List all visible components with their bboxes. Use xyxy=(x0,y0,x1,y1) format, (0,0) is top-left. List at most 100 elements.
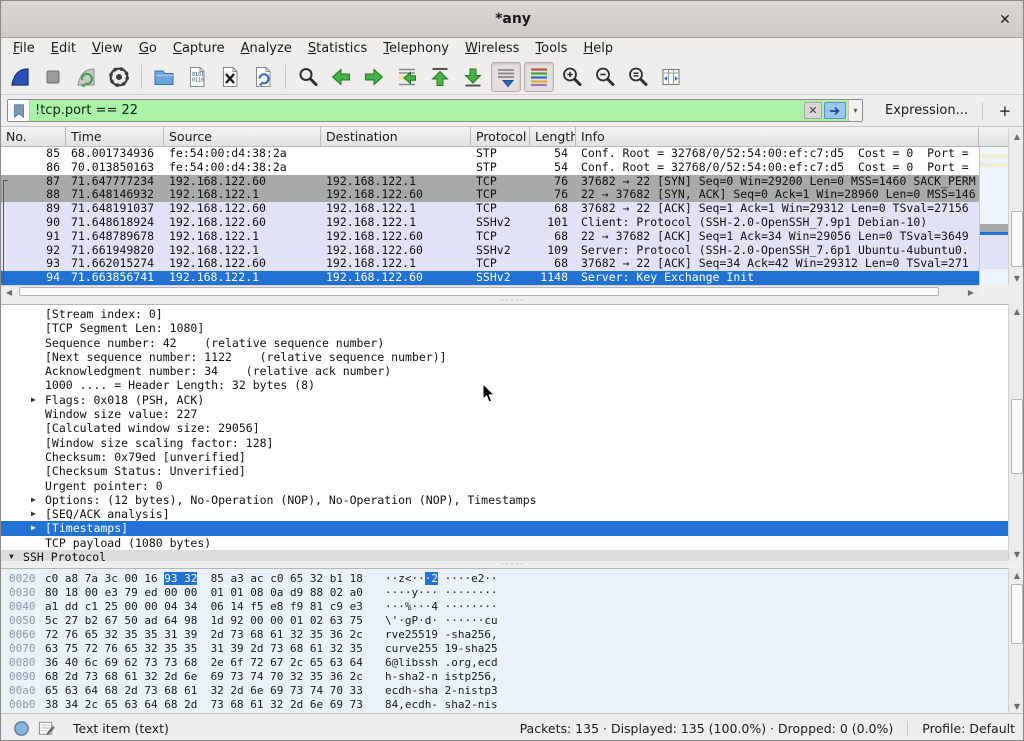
scroll-up-icon[interactable]: ▲ xyxy=(1009,568,1024,582)
packet-row-86[interactable]: 8670.013850163fe:54:00:d4:38:2aSTP54Conf… xyxy=(1,161,979,175)
hex-row-0050[interactable]: 00505c 27 b2 67 50 ad 64 98 1d 92 00 00 … xyxy=(1,614,1009,628)
detail-line[interactable]: ▶Options: (12 bytes), No-Operation (NOP)… xyxy=(1,493,1009,507)
menu-tools[interactable]: Tools xyxy=(527,40,575,57)
scroll-up-icon[interactable]: ▲ xyxy=(1009,304,1024,318)
menu-statistics[interactable]: Statistics xyxy=(300,40,375,57)
menu-help[interactable]: Help xyxy=(575,40,621,57)
scroll-down-icon[interactable]: ▼ xyxy=(1009,547,1024,561)
menu-file[interactable]: File xyxy=(5,40,43,57)
packet-row-91[interactable]: 9171.648789678192.168.122.1192.168.122.6… xyxy=(1,230,979,244)
profile-label[interactable]: Profile: Default xyxy=(908,721,1024,736)
zoom-out-icon[interactable] xyxy=(590,62,620,92)
scrollbar-thumb[interactable] xyxy=(1011,399,1023,474)
filter-clear-icon[interactable]: ✕ xyxy=(804,102,822,119)
packet-row-94[interactable]: 9471.663856741192.168.122.1192.168.122.6… xyxy=(1,271,979,285)
close-file-icon[interactable] xyxy=(215,62,245,92)
expand-icon[interactable]: ▶ xyxy=(31,507,36,521)
packet-list-hscrollbar[interactable]: ◀ ▶ xyxy=(1,285,979,297)
pane-splitter[interactable]: ····· xyxy=(1,297,1024,304)
add-filter-button[interactable]: + xyxy=(995,102,1015,120)
expand-icon[interactable]: ▶ xyxy=(31,493,36,507)
scroll-down-icon[interactable]: ▼ xyxy=(1009,271,1024,285)
menu-go[interactable]: Go xyxy=(131,40,165,57)
detail-line[interactable]: Sequence number: 42 (relative sequence n… xyxy=(1,336,1009,350)
open-file-icon[interactable] xyxy=(149,62,179,92)
column-time[interactable]: Time xyxy=(66,127,164,146)
detail-line[interactable]: ▶[Timestamps] xyxy=(1,521,1009,535)
detail-line[interactable]: [Calculated window size: 29056] xyxy=(1,421,1009,435)
hex-row-0080[interactable]: 008036 40 6c 69 62 73 73 68 2e 6f 72 67 … xyxy=(1,656,1009,670)
column-no[interactable]: No. xyxy=(1,127,66,146)
collapse-icon[interactable]: ▼ xyxy=(9,550,14,561)
packet-row-93[interactable]: 9371.662015274192.168.122.60192.168.122.… xyxy=(1,257,979,271)
column-destination[interactable]: Destination xyxy=(321,127,471,146)
menu-edit[interactable]: Edit xyxy=(43,40,84,57)
column-info[interactable]: Info xyxy=(576,127,979,146)
menu-capture[interactable]: Capture xyxy=(165,40,233,57)
expand-icon[interactable]: ▶ xyxy=(31,393,36,407)
bookmark-icon[interactable] xyxy=(8,100,30,121)
packet-list-minimap[interactable] xyxy=(979,147,1008,285)
packet-row-92[interactable]: 9271.661949820192.168.122.1192.168.122.6… xyxy=(1,244,979,258)
packet-row-88[interactable]: 8871.648146932192.168.122.1192.168.122.6… xyxy=(1,188,979,202)
scroll-down-icon[interactable]: ▼ xyxy=(1009,699,1024,713)
bytes-scrollbar[interactable]: ▲ ▼ xyxy=(1008,568,1024,713)
capture-options-icon[interactable] xyxy=(104,62,134,92)
hex-row-0060[interactable]: 006072 76 65 32 35 35 31 39 2d 73 68 61 … xyxy=(1,628,1009,642)
go-back-icon[interactable] xyxy=(326,62,356,92)
hex-row-00a0[interactable]: 00a065 63 64 68 2d 73 68 61 32 2d 6e 69 … xyxy=(1,684,1009,698)
menu-telephony[interactable]: Telephony xyxy=(375,40,457,57)
go-to-packet-icon[interactable] xyxy=(392,62,422,92)
scrollbar-thumb[interactable] xyxy=(19,287,939,296)
reload-file-icon[interactable] xyxy=(248,62,278,92)
hex-row-0030[interactable]: 003080 18 00 e3 79 ed 00 00 01 01 08 0a … xyxy=(1,586,1009,600)
hex-row-0090[interactable]: 009068 2d 73 68 61 32 2d 6e 69 73 74 70 … xyxy=(1,670,1009,684)
go-last-packet-icon[interactable] xyxy=(458,62,488,92)
hex-row-0070[interactable]: 007063 75 72 76 65 32 35 35 31 39 2d 73 … xyxy=(1,642,1009,656)
resize-columns-icon[interactable] xyxy=(656,62,686,92)
details-scrollbar[interactable]: ▲ ▼ xyxy=(1008,304,1024,561)
packet-row-90[interactable]: 9071.648618924192.168.122.60192.168.122.… xyxy=(1,216,979,230)
packet-row-89[interactable]: 8971.648191037192.168.122.60192.168.122.… xyxy=(1,202,979,216)
pane-splitter[interactable]: ····· xyxy=(1,561,1024,568)
capture-comment-icon[interactable] xyxy=(38,720,55,737)
menu-view[interactable]: View xyxy=(84,40,131,57)
detail-line[interactable]: [Window size scaling factor: 128] xyxy=(1,436,1009,450)
close-icon[interactable]: ✕ xyxy=(995,10,1015,30)
stop-capture-icon[interactable] xyxy=(38,62,68,92)
auto-scroll-icon[interactable] xyxy=(491,62,521,92)
hex-row-00b0[interactable]: 00b038 34 2c 65 63 64 68 2d 73 68 61 32 … xyxy=(1,698,1009,712)
menu-analyze[interactable]: Analyze xyxy=(233,40,300,57)
column-source[interactable]: Source xyxy=(164,127,321,146)
packet-row-87[interactable]: 8771.647777234192.168.122.60192.168.122.… xyxy=(1,175,979,189)
zoom-reset-icon[interactable] xyxy=(623,62,653,92)
start-capture-icon[interactable] xyxy=(5,62,35,92)
detail-line[interactable]: [Next sequence number: 1122 (relative se… xyxy=(1,350,1009,364)
go-forward-icon[interactable] xyxy=(359,62,389,92)
detail-line[interactable]: Window size value: 227 xyxy=(1,407,1009,421)
colorize-packets-icon[interactable] xyxy=(524,62,554,92)
hex-row-0040[interactable]: 0040a1 dd c1 25 00 00 04 34 06 14 f5 e8 … xyxy=(1,600,1009,614)
hex-row-0020[interactable]: 0020c0 a8 7a 3c 00 16 93 32 85 a3 ac c0 … xyxy=(1,572,1009,586)
detail-line[interactable]: [Checksum Status: Unverified] xyxy=(1,464,1009,478)
column-protocol[interactable]: Protocol xyxy=(471,127,530,146)
detail-line[interactable]: Acknowledgment number: 34 (relative ack … xyxy=(1,364,1009,378)
detail-line[interactable]: 1000 .... = Header Length: 32 bytes (8) xyxy=(1,378,1009,392)
scrollbar-thumb[interactable] xyxy=(1011,584,1023,644)
filter-text[interactable]: !tcp.port == 22 xyxy=(30,103,804,118)
detail-line[interactable]: [Stream index: 0] xyxy=(1,307,1009,321)
go-first-packet-icon[interactable] xyxy=(425,62,455,92)
detail-line[interactable]: Urgent pointer: 0 xyxy=(1,479,1009,493)
expert-info-icon[interactable] xyxy=(13,720,30,737)
filter-apply-icon[interactable] xyxy=(824,102,846,119)
column-length[interactable]: Length xyxy=(530,127,576,146)
menu-wireless[interactable]: Wireless xyxy=(457,40,527,57)
find-packet-icon[interactable] xyxy=(293,62,323,92)
save-file-icon[interactable]: 01010110 xyxy=(182,62,212,92)
packet-list-scrollbar[interactable]: ▲ ▼ xyxy=(1008,129,1024,285)
detail-line[interactable]: Checksum: 0x79ed [unverified] xyxy=(1,450,1009,464)
scrollbar-thumb[interactable] xyxy=(1011,211,1023,267)
zoom-in-icon[interactable] xyxy=(557,62,587,92)
restart-capture-icon[interactable] xyxy=(71,62,101,92)
detail-line[interactable]: [TCP Segment Len: 1080] xyxy=(1,321,1009,335)
